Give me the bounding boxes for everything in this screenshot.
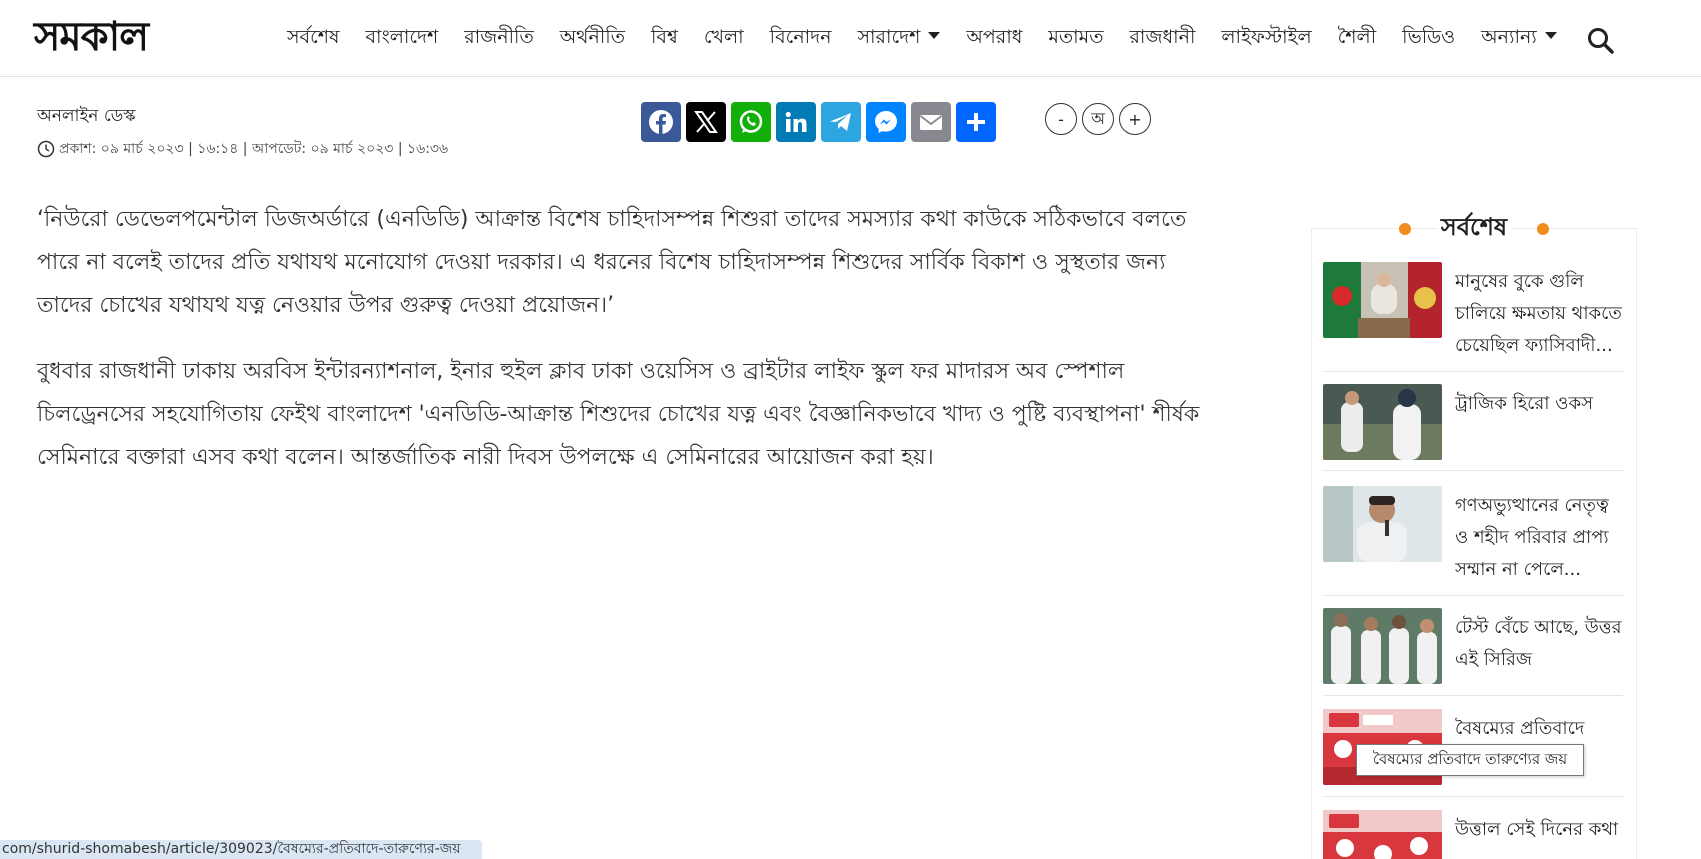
messenger-share-button[interactable] bbox=[866, 102, 906, 142]
x-icon bbox=[694, 111, 718, 133]
linkedin-share-button[interactable] bbox=[776, 102, 816, 142]
nav-item-video[interactable]: ভিডিও bbox=[1402, 22, 1455, 52]
sidebar-news-item[interactable]: মানুষের বুকে গুলি চালিয়ে ক্ষমতায় থাকতে… bbox=[1323, 262, 1623, 372]
nav-item-countrywide[interactable]: সারাদেশ bbox=[858, 22, 941, 52]
news-thumbnail bbox=[1323, 810, 1442, 859]
linkedin-icon bbox=[785, 111, 807, 132]
article-body: ‘নিউরো ডেভেলপমেন্টাল ডিজঅর্ডারে (এনডিডি)… bbox=[37, 198, 1217, 502]
facebook-share-button[interactable] bbox=[641, 102, 681, 142]
nav-item-countrywide-label: সারাদেশ bbox=[857, 26, 921, 48]
font-increase-button[interactable]: + bbox=[1119, 103, 1151, 135]
news-headline: টেস্ট বেঁচে আছে, উত্তর এই সিরিজ bbox=[1455, 617, 1622, 670]
sidebar-news-item[interactable]: টেস্ট বেঁচে আছে, উত্তর এই সিরিজ bbox=[1323, 608, 1623, 696]
article-paragraph: বুধবার রাজধানী ঢাকায় অরবিস ইন্টারন্যাশন… bbox=[37, 359, 1200, 470]
font-reset-button[interactable]: অ bbox=[1082, 103, 1114, 135]
x-share-button[interactable] bbox=[686, 102, 726, 142]
search-icon bbox=[1588, 28, 1614, 54]
email-icon bbox=[919, 115, 943, 130]
author-name: অনলাইন ডেস্ক bbox=[37, 106, 136, 126]
font-decrease-button[interactable]: - bbox=[1045, 103, 1077, 135]
orange-dot-icon bbox=[1398, 223, 1411, 235]
sidebar-news-item[interactable]: উত্তাল সেই দিনের কথা bbox=[1323, 810, 1623, 859]
publish-dates: প্রকাশ: ০৯ মার্চ ২০২৩ | ১৬:১৪ | আপডেট: ০… bbox=[37, 137, 448, 161]
sidebar-title: সর্বশেষ bbox=[1436, 209, 1512, 249]
telegram-share-button[interactable] bbox=[821, 102, 861, 142]
messenger-icon bbox=[875, 111, 897, 133]
clock-icon bbox=[37, 140, 55, 158]
share-more-button[interactable] bbox=[956, 102, 996, 142]
nav-item-capital[interactable]: রাজধানী bbox=[1129, 22, 1195, 52]
news-thumbnail bbox=[1323, 486, 1442, 562]
nav-item-lifestyle[interactable]: লাইফস্টাইল bbox=[1221, 22, 1311, 52]
nav-item-opinion[interactable]: মতামত bbox=[1048, 22, 1103, 52]
whatsapp-share-button[interactable] bbox=[731, 102, 771, 142]
site-logo[interactable]: সমকাল bbox=[34, 14, 149, 60]
nav-item-crime[interactable]: অপরাধ bbox=[966, 22, 1022, 52]
link-tooltip: বৈষম্যের প্রতিবাদে তারুণ্যের জয় bbox=[1356, 744, 1584, 776]
site-header: সমকাল সর্বশেষ বাংলাদেশ রাজনীতি অর্থনীতি … bbox=[0, 0, 1701, 77]
news-headline: বৈষম্যের প্রতিবাদে bbox=[1455, 718, 1585, 739]
nav-item-politics[interactable]: রাজনীতি bbox=[464, 22, 533, 52]
news-headline: ট্রাজিক হিরো ওকস bbox=[1455, 393, 1593, 414]
nav-item-economy[interactable]: অর্থনীতি bbox=[560, 22, 625, 52]
chevron-down-icon bbox=[1544, 32, 1557, 39]
sidebar-news-item[interactable]: ট্রাজিক হিরো ওকস bbox=[1323, 384, 1623, 471]
news-headline: গণঅভ্যুত্থানের নেতৃত্ব ও শহীদ পরিবার প্র… bbox=[1455, 495, 1609, 580]
share-icon bbox=[967, 113, 985, 131]
article-paragraph: ‘নিউরো ডেভেলপমেন্টাল ডিজঅর্ডারে (এনডিডি)… bbox=[37, 207, 1187, 318]
whatsapp-icon bbox=[739, 110, 763, 133]
nav-item-entertainment[interactable]: বিনোদন bbox=[770, 22, 832, 52]
news-thumbnail bbox=[1323, 262, 1442, 338]
nav-item-latest[interactable]: সর্বশেষ bbox=[287, 22, 339, 52]
browser-status-url: com/shurid-shomabesh/article/309023/বৈষম… bbox=[0, 840, 482, 859]
sidebar-news-item[interactable]: গণঅভ্যুত্থানের নেতৃত্ব ও শহীদ পরিবার প্র… bbox=[1323, 486, 1623, 596]
facebook-icon bbox=[649, 110, 673, 134]
nav-item-others[interactable]: অন্যান্য bbox=[1481, 22, 1557, 52]
search-button[interactable] bbox=[1586, 26, 1616, 56]
nav-item-sports[interactable]: খেলা bbox=[704, 22, 744, 52]
telegram-icon bbox=[830, 113, 851, 131]
nav-item-style[interactable]: শৈলী bbox=[1338, 22, 1377, 52]
font-size-controls: - অ + bbox=[1045, 103, 1156, 135]
news-thumbnail bbox=[1323, 608, 1442, 684]
sidebar-header: সর্বশেষ bbox=[1311, 209, 1637, 249]
publish-dates-text: প্রকাশ: ০৯ মার্চ ২০২৩ | ১৬:১৪ | আপডেট: ০… bbox=[59, 141, 449, 157]
news-headline: উত্তাল সেই দিনের কথা bbox=[1455, 819, 1619, 840]
nav-item-bangladesh[interactable]: বাংলাদেশ bbox=[365, 22, 438, 52]
nav-item-world[interactable]: বিশ্ব bbox=[651, 22, 678, 52]
main-nav: সর্বশেষ বাংলাদেশ রাজনীতি অর্থনীতি বিশ্ব … bbox=[287, 22, 1583, 52]
orange-dot-icon bbox=[1537, 223, 1550, 235]
news-thumbnail bbox=[1323, 384, 1442, 460]
nav-item-others-label: অন্যান্য bbox=[1481, 26, 1537, 48]
share-bar bbox=[641, 102, 1001, 142]
chevron-down-icon bbox=[928, 32, 941, 39]
news-headline: মানুষের বুকে গুলি চালিয়ে ক্ষমতায় থাকতে… bbox=[1455, 271, 1622, 356]
email-share-button[interactable] bbox=[911, 102, 951, 142]
